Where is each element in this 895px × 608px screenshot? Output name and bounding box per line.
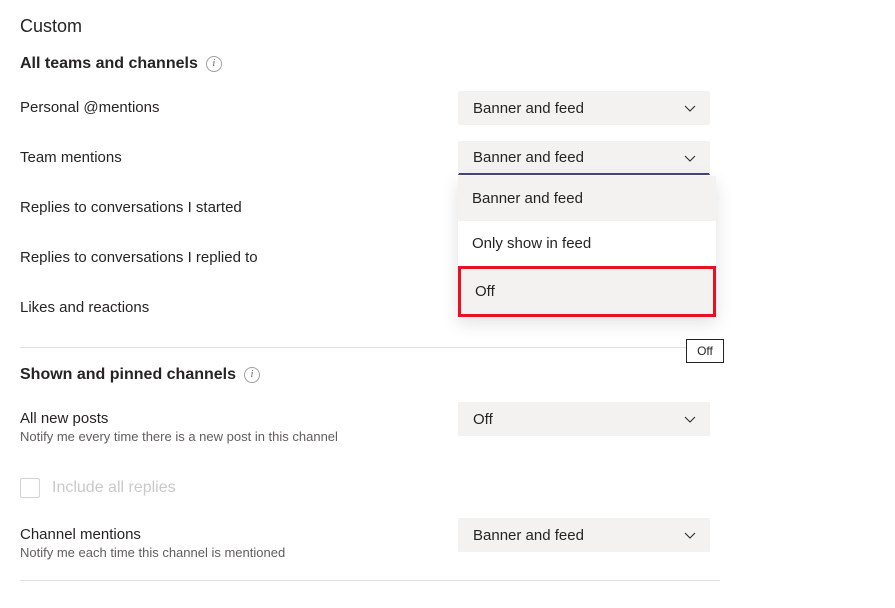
label-all-new-posts: All new posts bbox=[20, 410, 458, 427]
dropdown-option-banner-and-feed[interactable]: Banner and feed bbox=[458, 176, 716, 221]
chevron-down-icon bbox=[683, 528, 697, 542]
row-likes-reactions: Likes and reactions bbox=[20, 291, 875, 341]
select-channel-mentions[interactable]: Banner and feed bbox=[458, 518, 710, 552]
row-replies-started: Replies to conversations I started bbox=[20, 191, 875, 241]
row-personal-mentions: Personal @mentions Banner and feed bbox=[20, 91, 875, 141]
row-channel-mentions: Channel mentions Notify me each time thi… bbox=[20, 518, 875, 578]
label-replies-replied: Replies to conversations I replied to bbox=[20, 249, 458, 266]
select-all-new-posts[interactable]: Off bbox=[458, 402, 710, 436]
select-personal-mentions[interactable]: Banner and feed bbox=[458, 91, 710, 125]
row-team-mentions: Team mentions Banner and feed Banner and… bbox=[20, 141, 875, 191]
row-replies-replied: Replies to conversations I replied to bbox=[20, 241, 875, 291]
page-title: Custom bbox=[20, 16, 875, 37]
info-icon[interactable]: i bbox=[244, 367, 260, 383]
section-divider bbox=[20, 347, 720, 348]
section-header-text: All teams and channels bbox=[20, 55, 198, 73]
checkbox-include-all-replies bbox=[20, 478, 40, 498]
label-include-all-replies: Include all replies bbox=[52, 479, 176, 497]
chevron-down-icon bbox=[683, 412, 697, 426]
select-value: Banner and feed bbox=[473, 527, 584, 544]
label-likes-reactions: Likes and reactions bbox=[20, 299, 458, 316]
desc-all-new-posts: Notify me every time there is a new post… bbox=[20, 429, 458, 444]
label-team-mentions: Team mentions bbox=[20, 149, 458, 166]
label-personal-mentions: Personal @mentions bbox=[20, 99, 458, 116]
info-icon[interactable]: i bbox=[206, 56, 222, 72]
row-all-new-posts: All new posts Notify me every time there… bbox=[20, 402, 875, 462]
label-channel-mentions: Channel mentions bbox=[20, 526, 458, 543]
section-header-shown-pinned: Shown and pinned channels i bbox=[20, 366, 875, 384]
section-header-text: Shown and pinned channels bbox=[20, 366, 236, 384]
select-team-mentions[interactable]: Banner and feed bbox=[458, 141, 710, 175]
select-value: Banner and feed bbox=[473, 149, 584, 166]
chevron-down-icon bbox=[683, 101, 697, 115]
dropdown-team-mentions: Banner and feed Only show in feed Off bbox=[458, 176, 716, 317]
dropdown-option-off[interactable]: Off bbox=[458, 266, 716, 317]
select-value: Banner and feed bbox=[473, 100, 584, 117]
row-include-all-replies: Include all replies bbox=[20, 462, 875, 518]
label-replies-started: Replies to conversations I started bbox=[20, 199, 458, 216]
section-divider bbox=[20, 580, 720, 581]
section-header-all-teams: All teams and channels i bbox=[20, 55, 875, 73]
dropdown-option-only-show-in-feed[interactable]: Only show in feed bbox=[458, 221, 716, 266]
select-value: Off bbox=[473, 411, 493, 428]
off-tag[interactable]: Off bbox=[686, 339, 724, 363]
desc-channel-mentions: Notify me each time this channel is ment… bbox=[20, 545, 458, 560]
chevron-down-icon bbox=[683, 151, 697, 165]
